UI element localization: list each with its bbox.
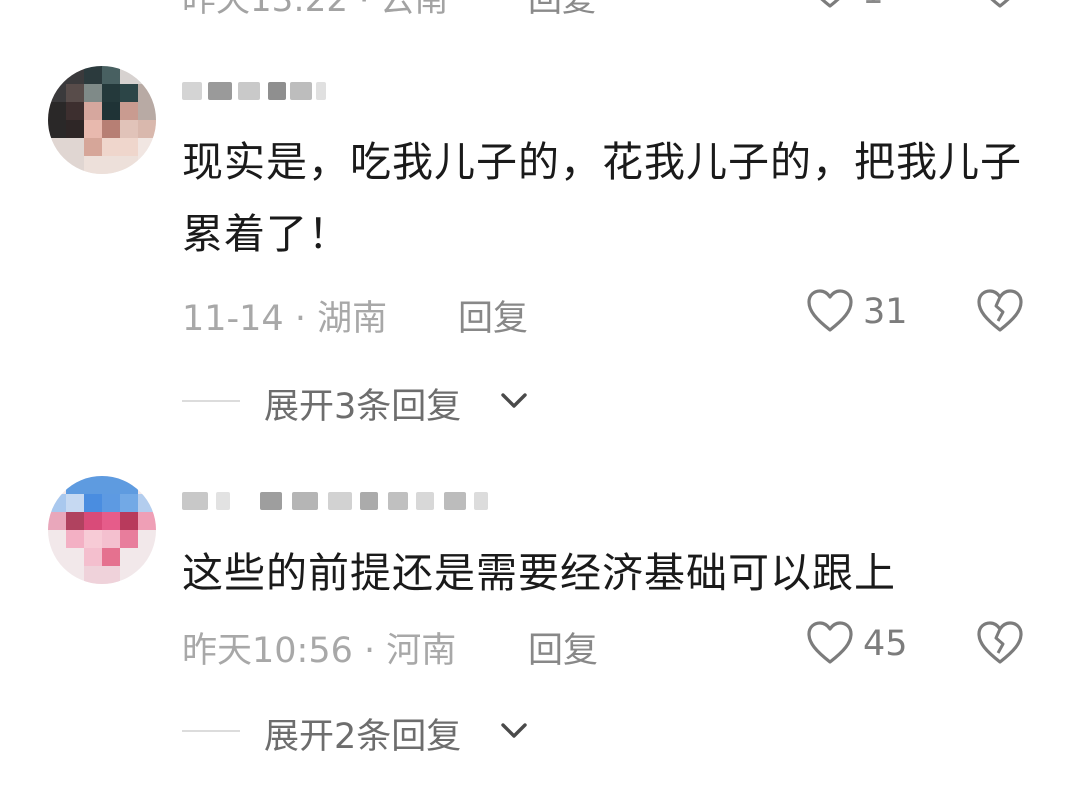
like-count: 45 (863, 624, 908, 664)
heart-outline-icon (806, 288, 854, 338)
expand-replies-label: 展开3条回复 (264, 387, 462, 427)
username-blurred[interactable] (182, 482, 512, 516)
dislike-button[interactable] (976, 288, 1024, 336)
username-blurred[interactable] (182, 72, 512, 106)
heart-outline-icon (806, 620, 854, 670)
broken-heart-icon (976, 289, 1024, 338)
comment-text: 现实是，吃我儿子的，花我儿子的，把我儿子累着了！ (182, 138, 1022, 258)
comment-meta: 11-14 · 湖南 (182, 299, 388, 339)
broken-heart-icon[interactable] (976, 0, 1024, 14)
broken-heart-icon (976, 621, 1024, 670)
comment-list: 昨天13:22 · 云南 回复 1 (0, 0, 1071, 788)
like-count: 1 (862, 0, 884, 12)
avatar[interactable] (48, 476, 156, 584)
dislike-button[interactable] (976, 620, 1024, 668)
expand-replies-button[interactable]: 展开3条回复 (182, 378, 582, 427)
reply-button[interactable]: 回复 (528, 0, 596, 21)
expand-replies-button[interactable]: 展开2条回复 (182, 708, 582, 757)
divider-line (182, 400, 240, 402)
previous-comment-meta: 昨天13:22 · 云南 回复 1 (0, 0, 1071, 20)
comment-text: 这些的前提还是需要经济基础可以跟上 (182, 549, 896, 597)
like-button[interactable]: 31 (806, 288, 916, 338)
like-button[interactable]: 45 (806, 620, 916, 670)
expand-replies-label: 展开2条回复 (264, 717, 462, 757)
reply-button[interactable]: 回复 (528, 622, 598, 673)
chevron-down-icon (498, 384, 530, 420)
chevron-down-icon (498, 714, 530, 750)
reply-button[interactable]: 回复 (458, 290, 528, 341)
comment-meta: 昨天10:56 · 河南 (182, 631, 457, 671)
divider-line (182, 730, 240, 732)
like-count: 31 (863, 292, 908, 332)
avatar[interactable] (48, 66, 156, 174)
heart-outline-icon[interactable] (806, 0, 854, 14)
comment-meta: 昨天13:22 · 云南 (182, 0, 449, 20)
